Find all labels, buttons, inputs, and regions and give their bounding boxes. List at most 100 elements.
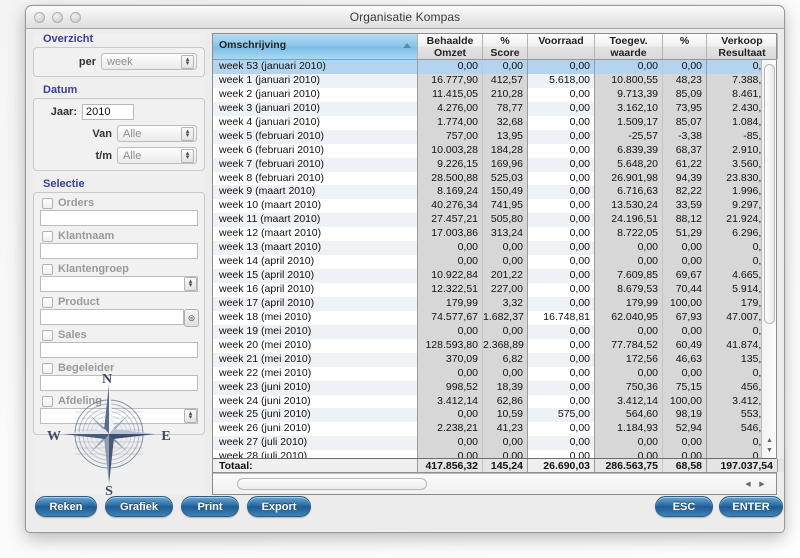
input-klantengroep[interactable] bbox=[40, 276, 198, 292]
cell-description: week 53 (januari 2010) bbox=[213, 60, 418, 74]
cell-value: 28.500,88 bbox=[418, 171, 483, 186]
cell-value: 184,28 bbox=[483, 143, 528, 158]
column-header-4[interactable]: Toegev. waarde bbox=[595, 34, 663, 59]
column-header-1[interactable]: Behaalde Omzet bbox=[418, 34, 483, 59]
table-row[interactable]: week 28 (juli 2010)0,000,000,000,000,000… bbox=[213, 450, 776, 458]
scroll-down-icon[interactable]: ▼ bbox=[765, 446, 774, 455]
checkbox-orders[interactable] bbox=[42, 197, 53, 209]
table-row[interactable]: week 1 (januari 2010) 16.777,90 412,57 5.61… bbox=[213, 73, 776, 88]
table-row[interactable]: week 12 (maart 2010) 17.003,86 313,24 0,00 8… bbox=[213, 227, 776, 242]
table-row[interactable]: week 8 (februari 2010) 28.500,88 525,03 0,0… bbox=[213, 171, 776, 186]
column-header-5[interactable]: % bbox=[663, 34, 707, 59]
reken-button[interactable]: Reken bbox=[35, 496, 97, 517]
cell-value: 0,00 bbox=[418, 60, 483, 74]
table-row[interactable]: week 9 (maart 2010) 8.169,24 150,49 0,00 6.7… bbox=[213, 185, 776, 200]
cell-value: 3.162,10 bbox=[595, 101, 663, 116]
cell-value: 3.412,14 bbox=[418, 394, 483, 409]
cell-description: week 27 (juli 2010) bbox=[213, 436, 418, 451]
checkbox-klantengroep[interactable] bbox=[42, 263, 53, 275]
cell-value: 0,00 bbox=[528, 213, 595, 228]
cell-value: 179,99 bbox=[418, 296, 483, 311]
table-row[interactable]: week 20 (mei 2010) 128.593,80 2.368,89 0,00… bbox=[213, 338, 776, 353]
cell-value: 0,00 bbox=[483, 241, 528, 256]
per-stepper-icon[interactable]: ▴ ▾ bbox=[181, 55, 194, 69]
cell-value: 0,00 bbox=[528, 129, 595, 144]
cell-value: 0,00 bbox=[483, 366, 528, 381]
table-row[interactable]: week 21 (mei 2010) 370,09 6,82 0,00 172,56 46… bbox=[213, 352, 776, 367]
table-row[interactable]: week 25 (juni 2010) 0,00 10,59 575,00 564,60… bbox=[213, 408, 776, 423]
jaar-input[interactable]: 2010 bbox=[82, 104, 134, 120]
van-select[interactable]: Alle ▴ ▾ bbox=[117, 125, 197, 142]
checkbox-klantnaam[interactable] bbox=[42, 230, 53, 242]
table-row[interactable]: week 53 (januari 2010) 0,00 0,00 0,00 0,00 0,… bbox=[213, 60, 776, 74]
table-row[interactable]: week 4 (januari 2010) 1.774,00 32,68 0,00 1.… bbox=[213, 115, 776, 130]
field-wrap-product: ⊜ bbox=[40, 309, 199, 327]
table-row[interactable]: week 26 (juni 2010) 2.238,21 41,23 0,00 1.18… bbox=[213, 422, 776, 437]
cell-value: 70,44 bbox=[663, 283, 707, 297]
column-header-0[interactable]: Omschrijving bbox=[213, 34, 418, 59]
table-row[interactable]: week 16 (april 2010) 12.322,51 227,00 0,00 8… bbox=[213, 283, 776, 297]
cell-description: week 3 (januari 2010) bbox=[213, 101, 418, 116]
cell-value: 6.839,39 bbox=[595, 143, 663, 158]
per-select[interactable]: week ▴ ▾ bbox=[101, 53, 197, 70]
table-row[interactable]: week 7 (februari 2010) 9.226,15 169,96 0,00… bbox=[213, 157, 776, 172]
table-row[interactable]: week 15 (april 2010) 10.922,84 201,22 0,00 7… bbox=[213, 269, 776, 283]
esc-button[interactable]: ESC bbox=[655, 496, 713, 517]
cell-value: 68,37 bbox=[663, 143, 707, 158]
column-header-6[interactable]: Verkoop Resultaat bbox=[707, 34, 778, 59]
enter-button[interactable]: ENTER bbox=[719, 496, 783, 517]
table-row[interactable]: week 10 (maart 2010) 40.276,34 741,95 0,00 1… bbox=[213, 199, 776, 214]
vertical-scrollbar-thumb[interactable] bbox=[764, 64, 775, 324]
checkbox-sales[interactable] bbox=[42, 329, 53, 341]
field-wrap-orders bbox=[40, 210, 198, 226]
table-row[interactable]: week 19 (mei 2010)0,000,000,000,000,000,… bbox=[213, 324, 776, 339]
cell-description: week 7 (februari 2010) bbox=[213, 157, 418, 172]
scroll-up-icon[interactable]: ▲ bbox=[765, 436, 774, 445]
window-titlebar[interactable]: Organisatie Kompas bbox=[26, 6, 784, 29]
tm-stepper-icon[interactable]: ▴ ▾ bbox=[181, 149, 194, 163]
grafiek-button[interactable]: Grafiek bbox=[105, 496, 173, 517]
table-row[interactable]: week 3 (januari 2010) 4.276,00 78,77 0,00 3.… bbox=[213, 101, 776, 116]
table-row[interactable]: week 5 (februari 2010) 757,00 13,95 0,00 -25… bbox=[213, 129, 776, 144]
input-sales[interactable] bbox=[40, 342, 198, 358]
cell-value: 757,00 bbox=[418, 129, 483, 144]
table-row[interactable]: week 14 (april 2010) 0,00 0,00 0,00 0,00 0,00… bbox=[213, 255, 776, 270]
table-row[interactable]: week 11 (maart 2010) 27.457,21 505,80 0,00 2… bbox=[213, 213, 776, 228]
column-header-3[interactable]: Voorraad bbox=[528, 34, 595, 59]
table-row[interactable]: week 17 (april 2010) 179,99 3,32 0,00 179,99… bbox=[213, 296, 776, 311]
table-row[interactable]: week 27 (juli 2010)0,000,000,000,000,000… bbox=[213, 436, 776, 451]
input-orders[interactable] bbox=[40, 210, 198, 226]
table-body[interactable]: week 53 (januari 2010) 0,00 0,00 0,00 0,00 0,… bbox=[213, 60, 776, 458]
checkbox-product[interactable] bbox=[42, 296, 53, 308]
tm-select[interactable]: Alle ▴ ▾ bbox=[117, 147, 197, 164]
table-row[interactable]: week 23 (juni 2010) 998,52 18,39 0,00 750,36… bbox=[213, 380, 776, 395]
table-row[interactable]: week 6 (februari 2010) 10.003,28 184,28 0,0… bbox=[213, 143, 776, 158]
van-stepper-icon[interactable]: ▴ ▾ bbox=[181, 127, 194, 141]
scroll-left-icon[interactable]: ◀ bbox=[743, 480, 753, 490]
input-product[interactable] bbox=[40, 309, 184, 325]
field-wrap-klantnaam bbox=[40, 243, 198, 259]
column-header-2[interactable]: % Score bbox=[483, 34, 528, 59]
table-row[interactable]: week 13 (maart 2010) 0,00 0,00 0,00 0,00 0,00… bbox=[213, 241, 776, 256]
product-picker-icon[interactable]: ⊜ bbox=[184, 309, 199, 327]
print-button[interactable]: Print bbox=[181, 496, 239, 517]
column-header-7[interactable]: % bbox=[778, 34, 784, 59]
cell-value: 73,95 bbox=[663, 101, 707, 116]
vertical-scrollbar[interactable]: ▲ ▼ bbox=[761, 60, 776, 458]
table-row[interactable]: week 2 (januari 2010) 11.415,05 210,28 0,00… bbox=[213, 87, 776, 102]
export-button[interactable]: Export bbox=[247, 496, 311, 517]
cell-value: 4.276,00 bbox=[418, 101, 483, 116]
table-row[interactable]: week 22 (mei 2010)0,000,000,000,000,000,… bbox=[213, 366, 776, 381]
total-label: Totaal: bbox=[213, 459, 418, 472]
horizontal-scrollbar[interactable]: ◀ ▶ bbox=[213, 473, 776, 494]
compass-north-label: N bbox=[102, 372, 112, 387]
column-header-text: % bbox=[500, 35, 510, 47]
horizontal-scrollbar-thumb[interactable] bbox=[237, 478, 427, 490]
table-row[interactable]: week 18 (mei 2010) 74.577,67 1.682,37 16.74… bbox=[213, 310, 776, 325]
input-klantnaam[interactable] bbox=[40, 243, 198, 259]
data-table: Omschrijving Behaalde Omzet% Score Voorraad T… bbox=[212, 33, 784, 495]
scroll-right-icon[interactable]: ▶ bbox=[757, 480, 767, 490]
stepper-icon-klantengroep[interactable]: ▴ ▾ bbox=[184, 277, 197, 291]
window-title: Organisatie Kompas bbox=[349, 10, 461, 24]
table-row[interactable]: week 24 (juni 2010) 3.412,14 62,86 0,00 3.41… bbox=[213, 394, 776, 409]
